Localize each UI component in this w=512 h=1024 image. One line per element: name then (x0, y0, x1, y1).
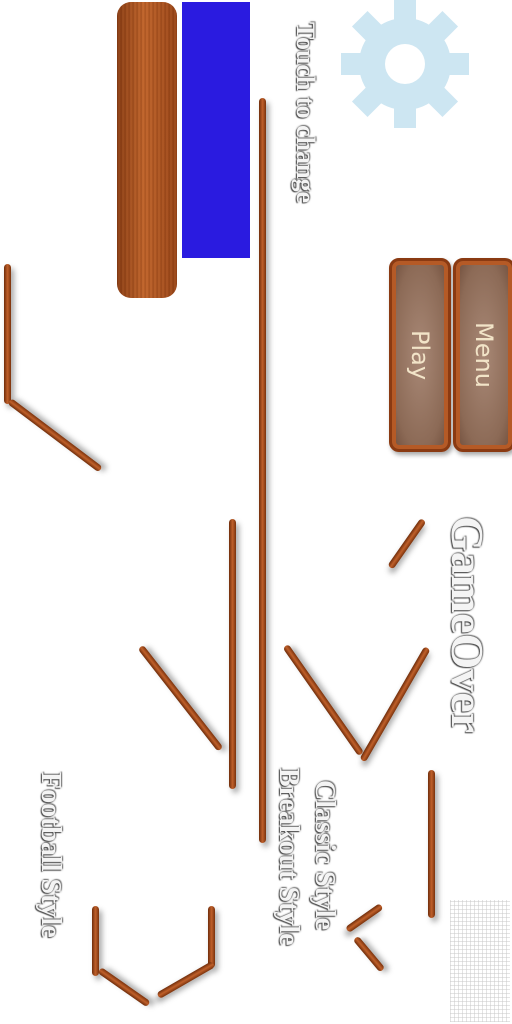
chevron-lower (352, 935, 386, 973)
breakout-diagonal-left (282, 643, 365, 757)
blue-swatch-button[interactable] (182, 2, 250, 258)
football-left-stick (92, 906, 99, 976)
football-left-diagonal (97, 967, 151, 1008)
touch-to-change-label: Touch to change (291, 22, 320, 204)
paddle-diagonal-topleft (7, 398, 103, 473)
divider-stick (259, 98, 266, 843)
play-label: Play (406, 329, 434, 381)
right-paddle-stick (428, 770, 435, 918)
grid-patch (450, 900, 510, 1022)
breakout-style-label[interactable]: Breakout Style (272, 768, 304, 946)
menu-label: Menu (470, 322, 498, 388)
game-over-title: GameOver (442, 516, 493, 734)
small-diagonal-stick (387, 517, 427, 570)
play-button[interactable]: Play (389, 258, 451, 452)
football-right-diagonal (156, 960, 216, 1000)
chevron-upper (345, 903, 384, 933)
breakout-diagonal-right (359, 646, 431, 763)
gear-icon[interactable] (338, 0, 472, 130)
football-style-label[interactable]: Football Style (34, 772, 66, 938)
classic-paddle-left (229, 519, 236, 789)
wood-swatch-button[interactable] (117, 2, 177, 298)
football-right-stick (208, 906, 215, 968)
classic-diagonal-left (137, 644, 224, 752)
paddle-vertical-topleft (4, 264, 11, 404)
menu-button[interactable]: Menu (453, 258, 512, 452)
classic-style-label[interactable]: Classic Style (308, 780, 340, 930)
